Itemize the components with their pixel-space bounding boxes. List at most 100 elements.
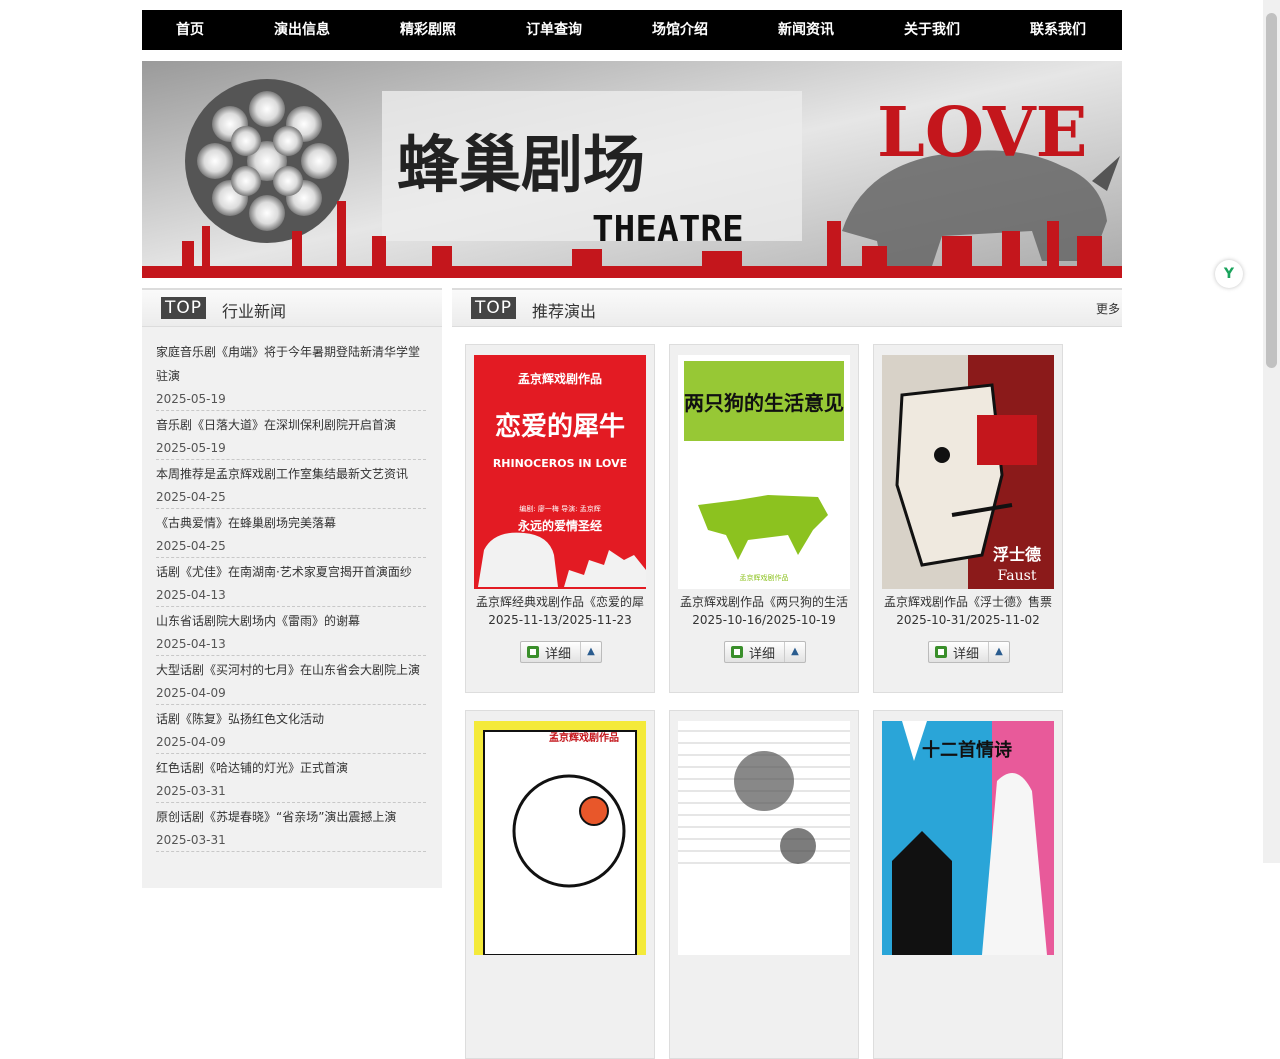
show-date: 2025-10-16/2025-10-19 xyxy=(692,613,836,627)
poster-main-text: 十二首情诗 xyxy=(922,739,1012,761)
nav-orders[interactable]: 订单查询 xyxy=(490,10,618,50)
list-item: 音乐剧《日落大道》在深圳保利剧院开启首演 2025-05-19 xyxy=(156,411,426,460)
banner-love-text: LOVE xyxy=(877,93,1087,173)
banner-title-en: THEATRE xyxy=(592,209,744,250)
list-item: 大型话剧《买河村的七月》在山东省会大剧院上演 2025-04-09 xyxy=(156,656,426,705)
news-list: 家庭音乐剧《甪端》将于今年暑期登陆新清华学堂驻演 2025-05-19 音乐剧《日… xyxy=(156,338,426,852)
nav-about[interactable]: 关于我们 xyxy=(870,10,994,50)
show-poster[interactable]: 两只狗的生活意见 孟京辉戏剧作品 xyxy=(678,355,850,589)
news-date: 2025-04-13 xyxy=(156,588,226,602)
news-title-link[interactable]: 音乐剧《日落大道》在深圳保利剧院开启首演 xyxy=(156,413,426,437)
show-card: 十二首情诗 xyxy=(873,710,1063,1059)
detail-button[interactable]: 详细 ▲ xyxy=(928,641,1010,663)
nav-photos[interactable]: 精彩剧照 xyxy=(366,10,490,50)
news-date: 2025-05-19 xyxy=(156,392,226,406)
recommended-shows-header: TOP 推荐演出 更多 xyxy=(452,288,1122,327)
house-illustration xyxy=(892,831,952,955)
list-item: 山东省话剧院大剧场内《雷雨》的谢幕 2025-04-13 xyxy=(156,607,426,656)
list-item: 原创话剧《苏堤春晓》“省亲场”演出震撼上演 2025-03-31 xyxy=(156,803,426,852)
scrollbar[interactable] xyxy=(1263,0,1280,863)
chevron-up-icon: ▲ xyxy=(988,642,1009,662)
figure-illustration xyxy=(734,751,794,811)
scrollbar-thumb[interactable] xyxy=(1266,13,1277,368)
list-item: 话剧《尤佳》在南湖南·艺术家夏宫揭开首演面纱 2025-04-13 xyxy=(156,558,426,607)
assistant-float-icon[interactable]: Y xyxy=(1215,260,1243,288)
industry-news-panel: TOP 行业新闻 家庭音乐剧《甪端》将于今年暑期登陆新清华学堂驻演 2025-05… xyxy=(142,288,442,888)
poster-en-text: Faust xyxy=(998,568,1037,584)
show-poster[interactable]: 浮士德 Faust xyxy=(882,355,1054,589)
news-title-link[interactable]: 话剧《陈复》弘扬红色文化活动 xyxy=(156,707,426,731)
hero-banner: 蜂巢剧场 THEATRE LOVE xyxy=(142,61,1122,278)
detail-button[interactable]: 详细 ▲ xyxy=(724,641,806,663)
poster-main-text: 恋爱的犀牛 xyxy=(495,411,625,442)
poster-en-text: RHINOCEROS IN LOVE xyxy=(493,457,627,470)
section-title: 推荐演出 xyxy=(532,302,597,321)
top-badge: TOP xyxy=(161,297,206,319)
show-title[interactable]: 孟京辉经典戏剧作品《恋爱的犀 xyxy=(466,593,654,610)
news-date: 2025-04-25 xyxy=(156,490,226,504)
news-title-link[interactable]: 大型话剧《买河村的七月》在山东省会大剧院上演 xyxy=(156,658,426,682)
dog-illustration xyxy=(698,495,828,560)
show-date: 2025-10-31/2025-11-02 xyxy=(896,613,1040,627)
face-illustration xyxy=(895,383,1004,567)
news-title-link[interactable]: 本周推荐是孟京辉戏剧工作室集结最新文艺资讯 xyxy=(156,462,426,486)
news-title-link[interactable]: 家庭音乐剧《甪端》将于今年暑期登陆新清华学堂驻演 xyxy=(156,340,426,388)
industry-news-header: TOP 行业新闻 xyxy=(142,288,442,327)
news-date: 2025-03-31 xyxy=(156,833,226,847)
show-poster[interactable] xyxy=(678,721,850,955)
nav-news[interactable]: 新闻资讯 xyxy=(742,10,870,50)
news-date: 2025-03-31 xyxy=(156,784,226,798)
section-title: 行业新闻 xyxy=(222,302,287,321)
news-date: 2025-04-09 xyxy=(156,686,226,700)
skyline-illustration xyxy=(564,550,646,587)
detail-icon xyxy=(527,646,539,658)
news-date: 2025-04-13 xyxy=(156,637,226,651)
poster-credits-text: 编剧: 廖一梅 导演: 孟京辉 xyxy=(519,504,600,513)
list-item: 红色话剧《哈达铺的灯光》正式首演 2025-03-31 xyxy=(156,754,426,803)
show-card: 浮士德 Faust 孟京辉戏剧作品《浮士德》售票 2025-10-31/2025… xyxy=(873,344,1063,693)
show-card: 两只狗的生活意见 孟京辉戏剧作品 孟京辉戏剧作品《两只狗的生活 2025-10-… xyxy=(669,344,859,693)
nav-contact[interactable]: 联系我们 xyxy=(994,10,1122,50)
list-item: 《古典爱情》在蜂巢剧场完美落幕 2025-04-25 xyxy=(156,509,426,558)
show-title[interactable]: 孟京辉戏剧作品《浮士德》售票 xyxy=(874,593,1062,610)
poster-top-text: 孟京辉戏剧作品 xyxy=(549,731,619,744)
top-badge: TOP xyxy=(471,297,516,319)
news-title-link[interactable]: 话剧《尤佳》在南湖南·艺术家夏宫揭开首演面纱 xyxy=(156,560,426,584)
more-link[interactable]: 更多 xyxy=(1096,300,1120,317)
flower-graphic xyxy=(185,79,349,243)
show-poster[interactable]: 孟京辉戏剧作品 xyxy=(474,721,646,955)
show-poster[interactable]: 孟京辉戏剧作品 恋爱的犀牛 RHINOCEROS IN LOVE 编剧: 廖一梅… xyxy=(474,355,646,589)
page-container: 首页 演出信息 精彩剧照 订单查询 场馆介绍 新闻资讯 关于我们 联系我们 蜂巢… xyxy=(142,10,1122,1059)
news-title-link[interactable]: 《古典爱情》在蜂巢剧场完美落幕 xyxy=(156,511,426,535)
detail-label: 详细 xyxy=(545,647,572,662)
news-date: 2025-04-25 xyxy=(156,539,226,553)
chevron-up-icon: ▲ xyxy=(784,642,805,662)
recommended-shows-panel: TOP 推荐演出 更多 孟京辉戏剧作品 恋爱的犀牛 RHINOCEROS IN … xyxy=(452,288,1122,1059)
news-title-link[interactable]: 山东省话剧院大剧场内《雷雨》的谢幕 xyxy=(156,609,426,633)
show-poster[interactable]: 十二首情诗 xyxy=(882,721,1054,955)
detail-label: 详细 xyxy=(953,647,980,662)
rhino-illustration xyxy=(478,532,558,587)
news-title-link[interactable]: 红色话剧《哈达铺的灯光》正式首演 xyxy=(156,756,426,780)
detail-label: 详细 xyxy=(749,647,776,662)
show-date: 2025-11-13/2025-11-23 xyxy=(488,613,632,627)
poster-sub-text: 永远的爱情圣经 xyxy=(517,518,602,533)
detail-icon xyxy=(935,646,947,658)
main-nav: 首页 演出信息 精彩剧照 订单查询 场馆介绍 新闻资讯 关于我们 联系我们 xyxy=(142,10,1122,50)
nav-venue[interactable]: 场馆介绍 xyxy=(618,10,742,50)
news-date: 2025-05-19 xyxy=(156,441,226,455)
show-card: 孟京辉戏剧作品 xyxy=(465,710,655,1059)
poster-small-text: 孟京辉戏剧作品 xyxy=(740,573,789,582)
show-title[interactable]: 孟京辉戏剧作品《两只狗的生活 xyxy=(670,593,858,610)
poster-top-text: 孟京辉戏剧作品 xyxy=(518,371,602,386)
detail-button[interactable]: 详细 ▲ xyxy=(520,641,602,663)
detail-icon xyxy=(731,646,743,658)
news-date: 2025-04-09 xyxy=(156,735,226,749)
banner-title-cn: 蜂巢剧场 xyxy=(397,128,645,201)
list-item: 家庭音乐剧《甪端》将于今年暑期登陆新清华学堂驻演 2025-05-19 xyxy=(156,338,426,411)
news-title-link[interactable]: 原创话剧《苏堤春晓》“省亲场”演出震撼上演 xyxy=(156,805,426,829)
nav-shows[interactable]: 演出信息 xyxy=(238,10,366,50)
nav-home[interactable]: 首页 xyxy=(142,10,238,50)
show-card: 孟京辉戏剧作品 恋爱的犀牛 RHINOCEROS IN LOVE 编剧: 廖一梅… xyxy=(465,344,655,693)
list-item: 本周推荐是孟京辉戏剧工作室集结最新文艺资讯 2025-04-25 xyxy=(156,460,426,509)
